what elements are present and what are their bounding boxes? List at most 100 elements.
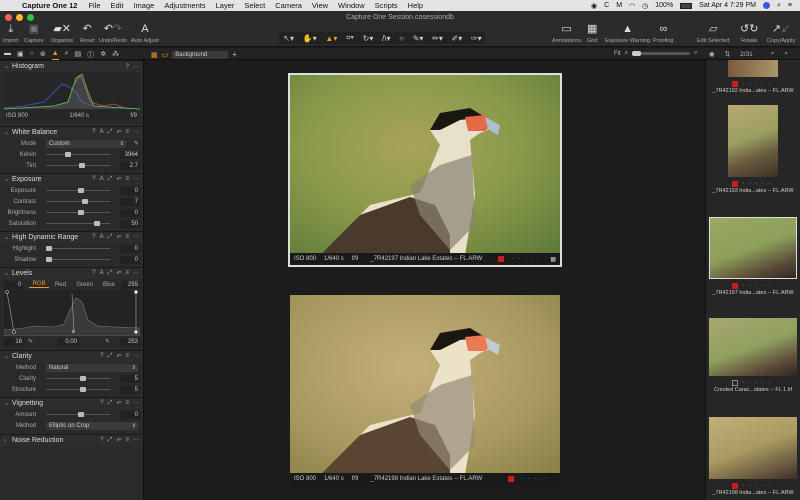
histogram-header[interactable]: ⌄ Histogram? ···	[0, 60, 143, 72]
proofing-button[interactable]: ∞ Proofing	[653, 23, 674, 44]
copy-icon[interactable]: ⤢	[108, 353, 113, 360]
thumbnail[interactable]: ····· _7R42198 India...ates -- FL.ARW	[709, 417, 797, 496]
organize-button[interactable]: ▰✕ Organize	[51, 23, 73, 44]
star-rating[interactable]: ·····	[743, 80, 775, 87]
clarity-value[interactable]: 5	[120, 374, 140, 383]
highlight-knob[interactable]	[46, 246, 52, 251]
kelvin-slider[interactable]	[46, 152, 110, 157]
auto-icon[interactable]: A	[100, 176, 104, 183]
thumbnail-image[interactable]	[728, 60, 778, 77]
clarity-method-select[interactable]: Natural	[46, 363, 138, 372]
menu-view[interactable]: View	[307, 1, 333, 10]
metadata-tab-icon[interactable]: ⓘ	[87, 50, 94, 60]
menu-edit[interactable]: Edit	[106, 1, 129, 10]
adjustments-tab-icon[interactable]: ▤	[75, 50, 82, 60]
help-icon[interactable]: ?	[126, 64, 129, 70]
siri-icon[interactable]	[762, 2, 770, 9]
vignetting-amount-value[interactable]: 0	[120, 410, 140, 419]
menu-adjustments[interactable]: Adjustments	[159, 1, 210, 10]
exposure-slider[interactable]	[46, 188, 110, 193]
more-icon[interactable]: ···	[133, 400, 139, 407]
thumbnail[interactable]: ····· _7R42193 India...ates -- FL.ARW	[709, 105, 797, 194]
white-picker-icon[interactable]: ✎	[105, 338, 110, 345]
exposure-header[interactable]: ⌄ Exposure? A ⤢ ↶ ≡ ···	[0, 173, 143, 185]
exposure-warning-button[interactable]: ▲ Exposure Warning	[605, 23, 650, 44]
more-icon[interactable]: ···	[133, 129, 139, 136]
color-tag-red[interactable]	[731, 282, 738, 289]
vignetting-amount-slider[interactable]	[46, 412, 110, 417]
kelvin-knob[interactable]	[65, 152, 72, 157]
color-tag-red[interactable]	[498, 256, 505, 262]
menu-image[interactable]: Image	[128, 1, 159, 10]
clarity-header[interactable]: ⌄ Clarity? ⤢ ↶ ≡ ···	[0, 350, 143, 362]
reset-icon[interactable]: ↶	[116, 176, 121, 183]
levels-input-high[interactable]: 255	[120, 280, 141, 289]
primary-viewer[interactable]: ISO 800 1/640 s f/9 _7R42197 Indian Lake…	[288, 73, 562, 267]
star-rating[interactable]: ·····	[512, 256, 542, 262]
status-c-icon[interactable]: C	[604, 2, 609, 9]
help-icon[interactable]: ?	[100, 400, 103, 407]
clock[interactable]: Sat Apr 4 7:29 PM	[699, 2, 756, 9]
clarity-slider[interactable]	[46, 376, 110, 381]
edit-selected-button[interactable]: ▱ Edit Selected	[697, 23, 729, 44]
thumbnail-image[interactable]	[709, 417, 797, 479]
copy-icon[interactable]: ⤢	[108, 129, 113, 136]
levels-tab-blue[interactable]: Blue	[97, 282, 120, 288]
hand-cursor-icon[interactable]: ✋▾	[303, 34, 317, 43]
levels-header[interactable]: ⌄ Levels? A ⤢ ↶ ≡ ···	[0, 267, 143, 279]
status-app-icon[interactable]: ◉	[591, 2, 597, 10]
color-tag-red[interactable]	[731, 482, 738, 489]
copy-icon[interactable]: ⤢	[108, 234, 113, 241]
vignetting-amount-knob[interactable]	[78, 412, 84, 417]
contrast-knob[interactable]	[82, 199, 89, 204]
menu-layer[interactable]: Layer	[211, 1, 240, 10]
wifi-icon[interactable]: ◠	[629, 2, 635, 10]
structure-slider[interactable]	[46, 387, 110, 392]
levels-tab-rgb[interactable]: RGB	[29, 281, 49, 288]
batch-tab-icon[interactable]: ⁂	[112, 50, 119, 60]
rotate-cursor-icon[interactable]: ↻▾	[363, 34, 374, 43]
eye-icon[interactable]: ◉	[709, 50, 715, 58]
star-rating[interactable]: ·····	[743, 180, 775, 187]
help-icon[interactable]: ?	[100, 437, 103, 444]
brush-cursor-icon[interactable]: ✏▾	[432, 34, 443, 43]
levels-input-low[interactable]: 0	[4, 280, 24, 289]
zoom-slider[interactable]	[632, 51, 691, 56]
more-icon[interactable]: ···	[133, 437, 139, 444]
undo-redo-button[interactable]: ↶↷ Undo/Redo	[99, 23, 127, 44]
layer-select[interactable]: Background	[172, 50, 229, 59]
copy-icon[interactable]: ⤢	[108, 176, 113, 183]
star-rating[interactable]: ·····	[743, 379, 775, 386]
brightness-knob[interactable]	[78, 210, 84, 215]
exposure-tab-icon[interactable]: ▲	[51, 50, 59, 60]
saturation-value[interactable]: 50	[120, 219, 140, 228]
reset-icon[interactable]: ↶	[116, 234, 121, 241]
color-tag-red[interactable]	[731, 80, 738, 87]
menu-app-name[interactable]: Capture One 12	[18, 1, 83, 10]
saturation-knob[interactable]	[94, 221, 100, 226]
lens-tab-icon[interactable]: ○	[30, 50, 34, 60]
filter-icon[interactable]: ⌕	[784, 50, 788, 58]
tint-knob[interactable]	[79, 163, 86, 168]
reset-icon[interactable]: ↶	[116, 400, 121, 407]
color-tag-none[interactable]	[731, 379, 738, 386]
auto-icon[interactable]: A	[100, 270, 104, 277]
thumbnail-selected[interactable]: ····· _7R42197 India...ates -- FL.ARW	[709, 217, 797, 296]
levels-tab-green[interactable]: Green	[72, 282, 97, 288]
zoom-in-icon[interactable]: ⌕	[694, 50, 697, 57]
structure-value[interactable]: 5	[120, 385, 140, 394]
color-tab-icon[interactable]: ⊛	[40, 50, 46, 60]
capture-button[interactable]: ▣ Capture	[24, 23, 44, 44]
thumbnail-image[interactable]	[709, 217, 797, 279]
zoom-out-icon[interactable]: ⌕	[625, 50, 628, 57]
battery-icon[interactable]	[680, 2, 693, 9]
thumbnail-image[interactable]	[709, 318, 797, 376]
add-layer-icon[interactable]: +	[232, 50, 237, 59]
auto-icon[interactable]: A	[100, 129, 104, 136]
brightness-slider[interactable]	[46, 210, 110, 215]
annotations-button[interactable]: ▭ Annotations	[552, 23, 581, 44]
contrast-slider[interactable]	[46, 199, 110, 204]
copy-icon[interactable]: ⤢	[108, 400, 113, 407]
gradient-cursor-icon[interactable]: ✑▾	[471, 34, 482, 43]
star-rating[interactable]: ·····	[743, 482, 775, 489]
